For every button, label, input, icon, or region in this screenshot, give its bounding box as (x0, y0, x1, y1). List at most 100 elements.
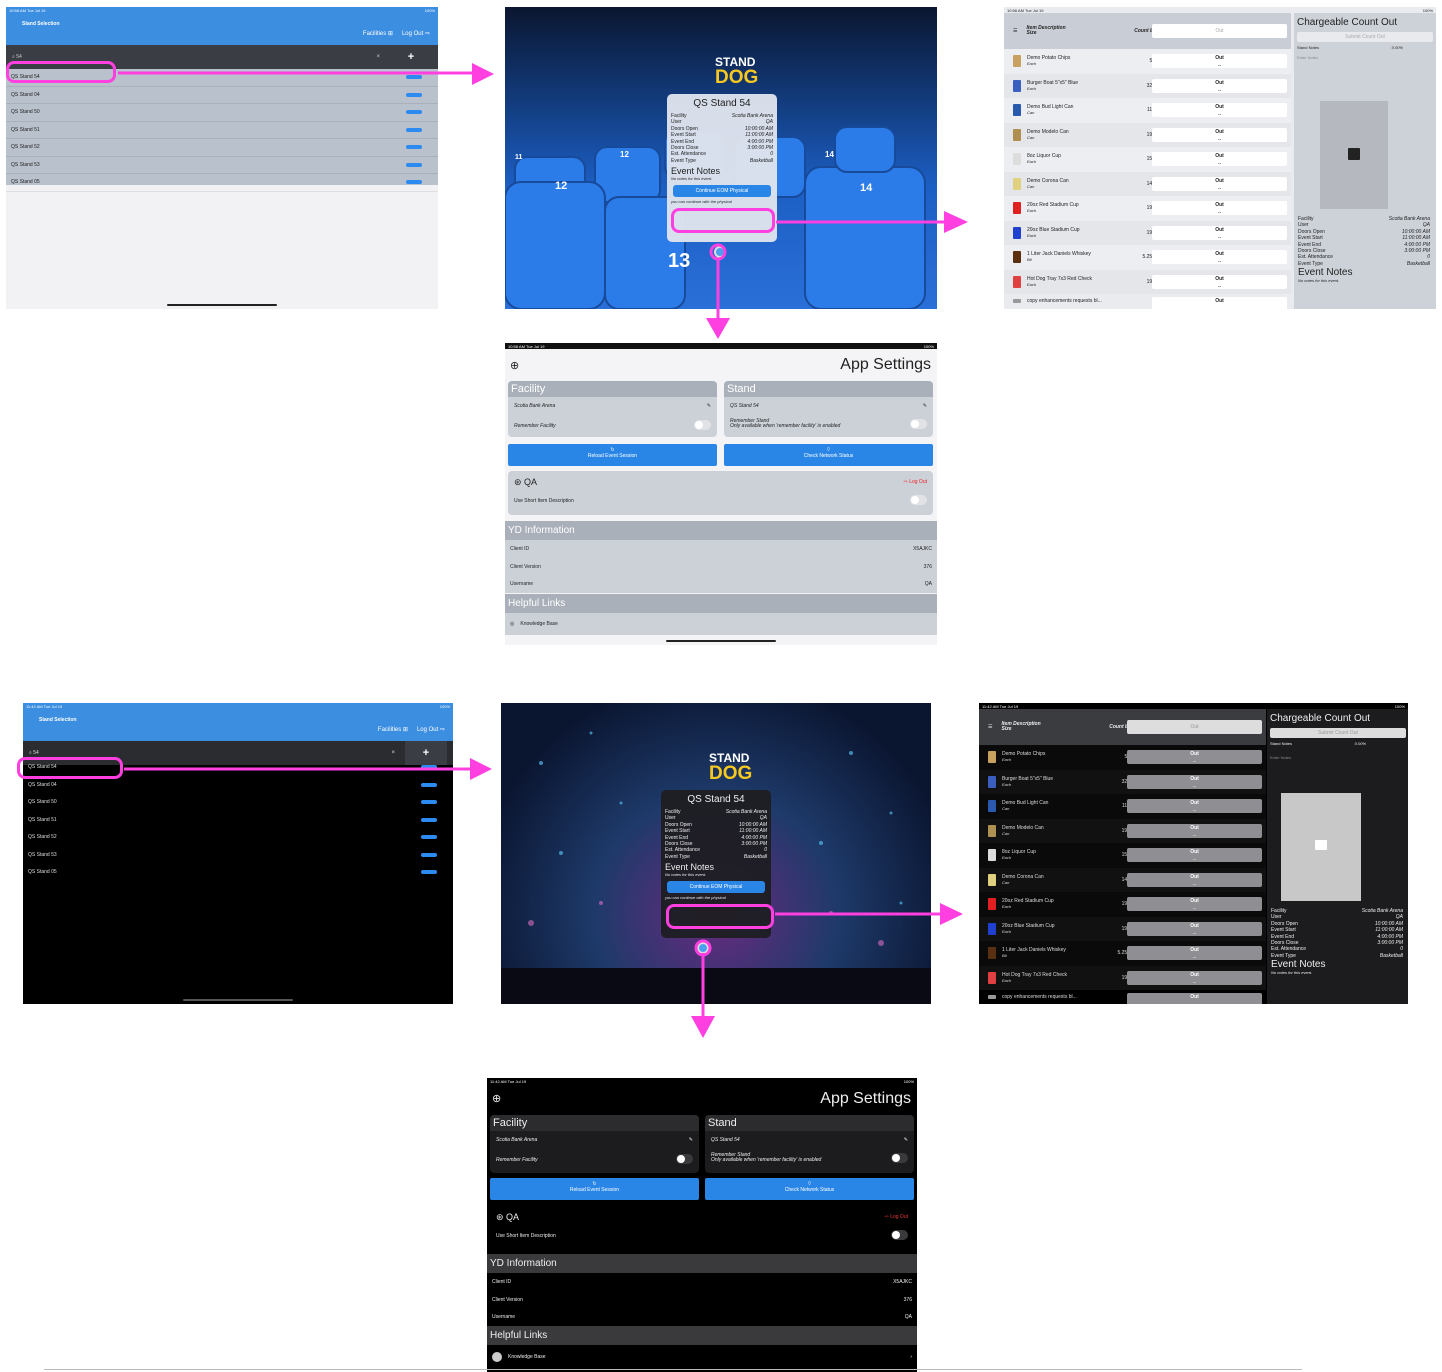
remember-facility-toggle[interactable] (676, 1154, 693, 1164)
table-row[interactable]: 20oz Red Stadium Cup Each 190 Out -- (1004, 196, 1291, 221)
notes-input[interactable]: Enter Notes (1294, 51, 1436, 64)
edit-icon[interactable]: ✎ (923, 403, 927, 409)
status-badge (421, 800, 437, 805)
facilities-button[interactable]: Facilities ⊞ (378, 726, 408, 733)
reload-event-button[interactable]: ↻ Reload Event Session (508, 444, 717, 466)
settings-gear-icon[interactable] (714, 246, 726, 258)
table-row[interactable]: 8oz Liquor Cup Each 150 Out -- (1004, 147, 1291, 172)
settings-gear-icon[interactable] (697, 942, 709, 954)
list-item[interactable]: QS Stand 51 (6, 122, 438, 139)
out-input[interactable]: Out -- (1127, 774, 1262, 790)
list-item[interactable]: QS Stand 50 (6, 104, 438, 122)
edit-icon[interactable]: ✎ (904, 1137, 908, 1143)
remember-stand-toggle[interactable] (910, 419, 927, 429)
out-input[interactable]: Out -- (1127, 872, 1262, 888)
out-input[interactable]: Out (1127, 993, 1262, 1004)
list-item[interactable]: QS Stand 05 (23, 864, 453, 882)
table-row[interactable]: 20oz Blue Stadium Cup Each 190 Out -- (1004, 220, 1291, 245)
globe-icon[interactable]: ⊕ (492, 1092, 501, 1105)
out-input[interactable]: Out -- (1152, 54, 1287, 69)
out-input[interactable]: Out -- (1152, 176, 1287, 192)
out-input[interactable]: Out -- (1152, 225, 1287, 241)
short-description-toggle[interactable] (891, 1230, 908, 1240)
add-button[interactable]: + (390, 51, 432, 63)
remember-stand-toggle[interactable] (891, 1153, 908, 1163)
out-input[interactable]: Out -- (1127, 897, 1262, 912)
out-input[interactable]: Out -- (1127, 921, 1262, 937)
list-item[interactable]: QS Stand 51 (23, 812, 453, 829)
dark-stand-selection-screen: 11:42 AM Tue Jul 19 100% Stand Selection … (23, 703, 453, 1004)
out-input[interactable]: Out -- (1127, 823, 1262, 839)
table-row[interactable]: Hot Dog Tray 7x3 Red Check Each 190 Out -- (1004, 269, 1291, 294)
edit-icon[interactable]: ✎ (689, 1137, 693, 1143)
table-row-partial[interactable]: copy enhancements requests bl... Out (979, 990, 1266, 1004)
out-input[interactable]: Out -- (1127, 750, 1262, 765)
out-input[interactable]: Out -- (1152, 103, 1287, 118)
out-input[interactable]: Out -- (1152, 274, 1287, 290)
clear-icon[interactable]: × (376, 54, 380, 60)
list-item[interactable]: QS Stand 05 (6, 174, 438, 192)
stand-field[interactable]: QS Stand 54 ✎ (724, 403, 933, 409)
search-input[interactable]: 54 (16, 54, 22, 60)
table-row[interactable]: Demo Corona Can Can 144 Out -- (979, 867, 1266, 892)
table-row[interactable]: Demo Modelo Can Can 192 Out -- (979, 818, 1266, 843)
check-network-button[interactable]: ⌔ Check Network Status (705, 1178, 914, 1200)
table-row[interactable]: Burger Boat 5"x5" Blue Each 320 Out -- (1004, 73, 1291, 98)
table-row[interactable]: 1 Liter Jack Daniels Whiskey Btl 5.256 Out -… (1004, 245, 1291, 270)
table-row[interactable]: 20oz Red Stadium Cup Each 190 Out -- (979, 892, 1266, 917)
out-input[interactable]: Out -- (1127, 848, 1262, 863)
table-row[interactable]: Demo Bud Light Can Can 112 Out -- (1004, 98, 1291, 123)
logout-button[interactable]: Log Out ⇨ (402, 30, 430, 37)
list-item[interactable]: QS Stand 53 (6, 157, 438, 174)
logout-link[interactable]: ⇨ Log Out (885, 1214, 908, 1220)
remember-facility-toggle[interactable] (694, 420, 711, 430)
out-input[interactable]: Out -- (1127, 799, 1262, 814)
short-description-toggle[interactable] (910, 495, 927, 505)
facilities-button[interactable]: Facilities ⊞ (363, 30, 393, 37)
list-item[interactable]: QS Stand 50 (23, 794, 453, 812)
globe-icon[interactable]: ⊕ (510, 359, 519, 372)
out-input[interactable]: Out -- (1152, 152, 1287, 167)
check-network-button[interactable]: ⌔ Check Network Status (724, 444, 933, 466)
out-input[interactable]: Out -- (1152, 78, 1287, 94)
list-item[interactable]: QS Stand 52 (6, 139, 438, 157)
out-input[interactable]: Out -- (1152, 127, 1287, 143)
out-input[interactable]: Out -- (1127, 946, 1262, 961)
out-input[interactable]: Out (1152, 297, 1287, 309)
table-row[interactable]: Hot Dog Tray 7x3 Red Check Each 190 Out -- (979, 965, 1266, 990)
clear-icon[interactable]: × (391, 750, 395, 756)
list-item[interactable]: QS Stand 04 (6, 87, 438, 104)
table-row[interactable]: Demo Potato ChipsEach50Out-- (1004, 49, 1291, 74)
notes-input[interactable]: Enter Notes (1267, 747, 1408, 768)
table-row[interactable]: Demo Corona Can Can 144 Out -- (1004, 171, 1291, 196)
continue-eom-button[interactable]: Continue EOM Physical (667, 881, 765, 894)
table-row[interactable]: 1 Liter Jack Daniels Whiskey Btl 5.256 Out -… (979, 941, 1266, 966)
out-input[interactable]: Out -- (1127, 970, 1262, 986)
search-input[interactable]: 54 (33, 750, 39, 756)
submit-count-out-button[interactable]: Submit Count Out (1270, 728, 1406, 738)
facility-field[interactable]: Scotia Bank Arena ✎ (508, 403, 717, 409)
table-row-partial[interactable]: copy enhancements requests bl... Out (1004, 294, 1291, 309)
stand-field[interactable]: QS Stand 54 ✎ (705, 1137, 914, 1143)
out-input[interactable]: Out -- (1152, 201, 1287, 216)
table-row[interactable]: 8oz Liquor Cup Each 150 Out -- (979, 843, 1266, 868)
knowledge-base-link[interactable]: ◎ Knowledge Base (505, 613, 937, 635)
list-item[interactable]: QS Stand 52 (23, 829, 453, 847)
knowledge-base-link[interactable]: Knowledge Base › (487, 1346, 917, 1368)
table-row[interactable]: Demo Modelo Can Can 192 Out -- (1004, 122, 1291, 147)
edit-icon[interactable]: ✎ (707, 403, 711, 409)
list-item[interactable]: QS Stand 53 (23, 847, 453, 864)
logout-button[interactable]: Log Out ⇨ (417, 726, 445, 733)
submit-count-out-button[interactable]: Submit Count Out (1297, 32, 1433, 42)
nav-bar: Stand Selection Facilities ⊞ Log Out ⇨ (6, 13, 438, 45)
continue-eom-button[interactable]: Continue EOM Physical (673, 185, 771, 198)
reload-event-button[interactable]: ↻ Reload Event Session (490, 1178, 699, 1200)
table-row[interactable]: Burger Boat 5"x5" Blue Each 320 Out -- (979, 769, 1266, 794)
out-input[interactable]: Out -- (1152, 250, 1287, 265)
facility-field[interactable]: Scotia Bank Arena ✎ (490, 1137, 699, 1143)
table-row[interactable]: 20oz Blue Stadium Cup Each 190 Out -- (979, 916, 1266, 941)
table-row[interactable]: Demo Bud Light Can Can 112 Out -- (979, 794, 1266, 819)
logout-link[interactable]: ⇨ Log Out (904, 479, 927, 485)
table-row[interactable]: Demo Potato ChipsEach50Out-- (979, 745, 1266, 770)
list-item[interactable]: QS Stand 04 (23, 777, 453, 794)
